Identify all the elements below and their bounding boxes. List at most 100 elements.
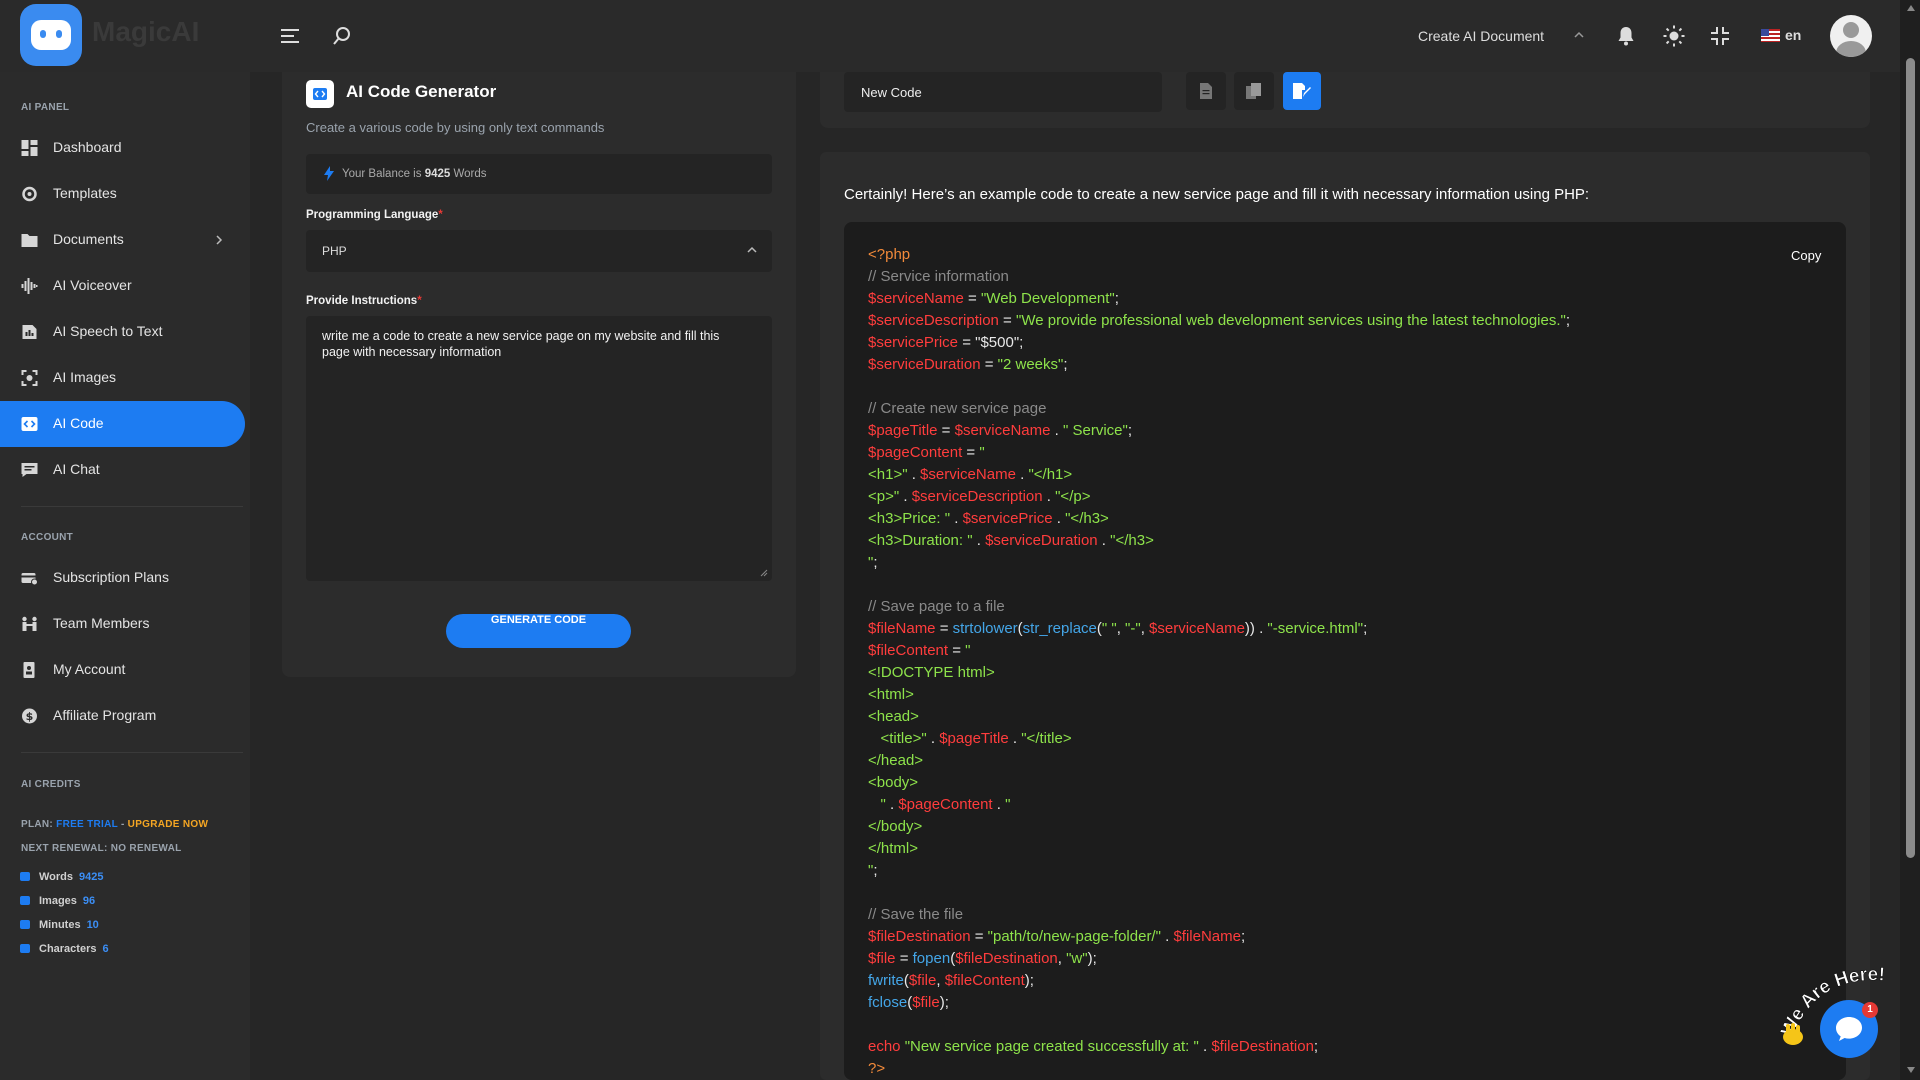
instructions-textarea[interactable]: write me a code to create a new service … [306,316,772,581]
code-token: "Web Development" [980,290,1115,307]
plan-name: FREE TRIAL [56,819,118,830]
code-token: $pageContent [868,444,963,461]
code-line: <h1>" . $serviceName . "</h1> [868,466,1072,483]
us-flag-icon[interactable] [1761,29,1780,42]
sidebar-item-ai-voiceover[interactable]: AI Voiceover [0,263,245,309]
sidebar-item-label: AI Code [53,415,104,431]
sidebar-item-dashboard[interactable]: Dashboard [0,125,245,171]
code-line: <head> [868,708,919,725]
sidebar-item-my-account[interactable]: My Account [0,647,245,693]
code-token: $serviceName [1149,620,1245,637]
code-token: </html> [868,840,919,857]
code-token: "path/to/new-page-folder/" [987,928,1161,945]
credit-minutes: Minutes 10 [20,919,99,931]
code-line: "; [868,862,878,879]
sidebar-item-ai-images[interactable]: AI Images [0,355,245,401]
document-name-input[interactable]: New Code [844,72,1162,112]
code-token: , [936,972,945,989]
credit-characters: Characters 6 [20,943,109,955]
code-line: fwrite($file, $fileContent); [868,972,1034,989]
sidebar-item-ai-chat[interactable]: AI Chat [0,447,245,493]
programming-language-select[interactable]: PHP [306,230,772,272]
top-bar: MagicAI Create AI Document en [0,0,1900,72]
sidebar-item-documents[interactable]: Documents [0,217,245,263]
credit-words: Words 9425 [20,871,104,883]
ai-panel-label: AI PANEL [21,102,70,113]
sidebar-item-team-members[interactable]: Team Members [0,601,245,647]
app-logo-text[interactable]: MagicAI [92,16,199,48]
code-token: "</h3> [1065,510,1109,527]
code-token: ; [1313,1038,1319,1055]
code-line: </head> [868,752,923,769]
user-avatar[interactable] [1830,15,1872,57]
response-intro: Certainly! Here’s an example code to cre… [844,186,1590,203]
scroll-up-arrow-icon[interactable] [1906,4,1916,12]
required-marker: * [438,209,443,221]
sidebar-item-ai-code[interactable]: AI Code [0,401,245,447]
document-name-value: New Code [861,85,922,100]
code-token: "New service page created successfully a… [904,1038,1199,1055]
code-token: $servicePrice [868,334,959,351]
code-token: $serviceDescription [911,488,1043,505]
code-token: <html> [868,686,914,703]
code-line: $pageTitle = $serviceName . " Service"; [868,422,1132,439]
waving-hand-icon [1783,1023,1803,1045]
code-token: " [868,796,886,813]
create-document-button[interactable]: Create AI Document [1418,28,1544,44]
upgrade-link[interactable]: UPGRADE NOW [128,819,209,830]
sidebar-item-label: Affiliate Program [53,707,157,723]
code-token: "</p> [1055,488,1091,505]
code-token: // Create new service page [868,400,1047,417]
language-selector[interactable]: en [1785,27,1801,43]
search-icon[interactable] [330,24,354,48]
sidebar-item-subscription-plans[interactable]: Subscription Plans [0,555,245,601]
code-token: . [972,532,986,549]
code-line: <h3>Price: " . $servicePrice . "</h3> [868,510,1109,527]
sidebar-item-templates[interactable]: Templates [0,171,245,217]
code-token: "We provide professional web development… [1016,312,1566,329]
code-token: . [1198,1038,1212,1055]
code-token: . [885,796,899,813]
sidebar-divider [21,506,243,507]
code-token: <h3>Duration: " [868,532,973,549]
code-generator-icon [306,80,334,108]
code-token: // Service information [868,268,1009,285]
code-token: " [965,642,971,659]
code-token: = [935,620,953,637]
scrollbar-thumb[interactable] [1906,58,1915,858]
menu-toggle-icon[interactable] [278,24,302,48]
page-title: AI Code Generator [346,82,497,101]
app-logo[interactable] [20,4,82,66]
code-token: . [950,510,963,527]
save-doc-button[interactable] [1283,72,1321,110]
chevron-up-icon[interactable] [1572,28,1586,42]
code-line: // Save the file [868,906,963,923]
code-token: = [998,312,1016,329]
code-token: $file [912,994,940,1011]
code-token: <h1>" [868,466,908,483]
code-icon [21,417,38,431]
code-token: $fileDestination [868,928,971,945]
sidebar-item-ai-speech-to-text[interactable]: AI Speech to Text [0,309,245,355]
code-line: fclose($file); [868,994,949,1011]
brightness-icon[interactable] [1662,24,1686,48]
scroll-down-arrow-icon[interactable] [1906,1066,1916,1074]
copy-code-button[interactable]: Copy [1791,248,1821,263]
code-token: ); [939,994,949,1011]
bell-icon[interactable] [1614,24,1638,48]
fullscreen-exit-icon[interactable] [1708,24,1732,48]
resize-handle-icon[interactable] [760,569,768,577]
chevron-up-icon [747,246,757,253]
code-token: )) . [1244,620,1268,637]
code-token: . [1050,422,1063,439]
sidebar-item-affiliate-program[interactable]: $ Affiliate Program [0,693,245,739]
generate-code-button[interactable]: GENERATE CODE [446,614,631,648]
export-doc-button[interactable] [1186,72,1226,110]
code-token: = [937,422,955,439]
code-token: = [958,334,976,351]
code-token: $servicePrice [962,510,1053,527]
copy-doc-button[interactable] [1234,72,1274,110]
sidebar: AI PANEL Dashboard Templates Documents A… [0,72,250,1080]
code-token: </head> [868,752,924,769]
sidebar-item-label: My Account [53,661,126,677]
